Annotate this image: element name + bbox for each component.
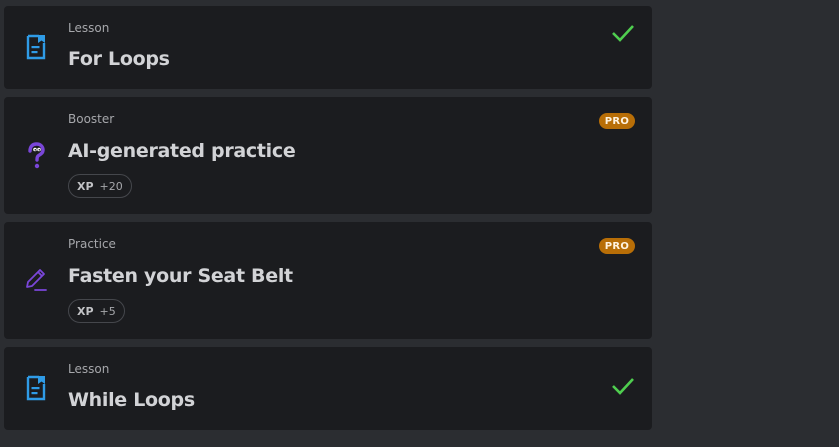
xp-label: XP <box>77 304 94 318</box>
list-item-fasten-your-seat-belt[interactable]: Practice Fasten your Seat Belt XP +5 PRO <box>4 222 652 339</box>
xp-value: +5 <box>99 304 116 318</box>
xp-value: +20 <box>99 179 123 193</box>
pro-badge: PRO <box>599 113 635 129</box>
item-title: While Loops <box>68 389 195 411</box>
lesson-icon <box>23 374 49 402</box>
item-title: For Loops <box>68 48 170 70</box>
xp-badge: XP +20 <box>68 174 132 198</box>
list-item-while-loops[interactable]: Lesson While Loops <box>4 347 652 430</box>
check-icon <box>612 25 634 42</box>
item-kind-label: Lesson <box>68 21 110 35</box>
xp-badge: XP +5 <box>68 299 125 323</box>
xp-label: XP <box>77 179 94 193</box>
list-item-for-loops[interactable]: Lesson For Loops <box>4 6 652 89</box>
pencil-icon <box>23 265 49 293</box>
item-kind-label: Practice <box>68 237 116 251</box>
item-title: AI-generated practice <box>68 140 296 162</box>
lesson-icon <box>23 33 49 61</box>
item-kind-label: Lesson <box>68 362 110 376</box>
check-icon <box>612 378 634 395</box>
question-icon <box>23 142 49 170</box>
list-item-ai-generated-practice[interactable]: Booster AI-generated practice XP +20 PRO <box>4 97 652 214</box>
item-title: Fasten your Seat Belt <box>68 265 293 287</box>
pro-badge: PRO <box>599 238 635 254</box>
item-kind-label: Booster <box>68 112 115 126</box>
lesson-list: Lesson For Loops Booster AI-generated pr… <box>4 6 652 438</box>
